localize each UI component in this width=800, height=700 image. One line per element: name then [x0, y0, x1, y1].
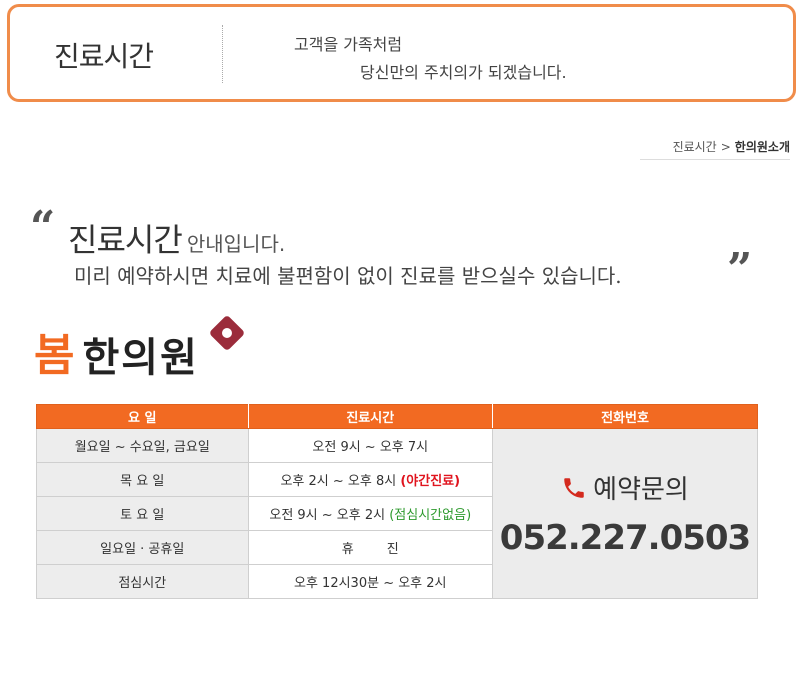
- row-day: 토 요 일: [36, 496, 249, 531]
- row-note: (점심시간없음): [389, 508, 472, 523]
- row-hours: 오후 2시 ~ 오후 8시 (야간진료): [247, 462, 494, 497]
- phone-cell: 예약문의 052.227.0503: [492, 428, 758, 599]
- row-hours-text: 오후 2시 ~ 오후 8시: [280, 474, 397, 489]
- intro-heading: 진료시간 안내입니다.: [68, 215, 285, 261]
- intro-title: 진료시간: [68, 221, 183, 259]
- row-hours-text: 휴 진: [341, 542, 399, 557]
- row-day: 점심시간: [36, 564, 249, 599]
- header-tagline-2: 당신만의 주치의가 되겠습니다.: [360, 63, 567, 82]
- row-hours-text: 오후 12시30분 ~ 오후 2시: [294, 576, 447, 591]
- phone-label-wrap: 예약문의: [561, 469, 689, 506]
- phone-number[interactable]: 052.227.0503: [500, 518, 751, 558]
- row-hours-text: 오전 9시 ~ 오후 2시: [269, 508, 386, 523]
- table-row: 월요일 ~ 수요일, 금요일 오전 9시 ~ 오후 7시 예약문의 052.22…: [36, 428, 758, 599]
- intro-title-suffix: 안내입니다.: [186, 232, 286, 256]
- row-hours-text: 오전 9시 ~ 오후 7시: [312, 440, 429, 455]
- phone-label: 예약문의: [593, 475, 689, 505]
- schedule-table: 요 일 진료시간 전화번호 월요일 ~ 수요일, 금요일 오전 9시 ~ 오후 …: [36, 404, 758, 599]
- logo-bom: 봄: [34, 330, 75, 381]
- breadcrumb-separator-icon: >: [720, 139, 731, 154]
- phone-block: 예약문의 052.227.0503: [493, 469, 757, 558]
- row-day: 월요일 ~ 수요일, 금요일: [36, 428, 249, 463]
- row-note: (야간진료): [400, 474, 461, 489]
- row-hours: 휴 진: [247, 530, 494, 565]
- header-day: 요 일: [36, 404, 249, 429]
- breadcrumb: 진료시간 > 한의원소개: [673, 138, 790, 155]
- table-header-row: 요 일 진료시간 전화번호: [36, 404, 758, 429]
- row-day: 목 요 일: [36, 462, 249, 497]
- close-quote-icon: ”: [727, 244, 753, 295]
- header-phone: 전화번호: [492, 404, 758, 429]
- breadcrumb-parent[interactable]: 진료시간: [673, 138, 717, 155]
- phone-icon: [564, 477, 584, 498]
- open-quote-icon: “: [30, 202, 56, 253]
- row-hours: 오후 12시30분 ~ 오후 2시: [247, 564, 494, 599]
- breadcrumb-current[interactable]: 한의원소개: [735, 138, 790, 155]
- row-hours: 오전 9시 ~ 오후 7시: [247, 428, 494, 463]
- row-hours: 오전 9시 ~ 오후 2시 (점심시간없음): [247, 496, 494, 531]
- header-hours: 진료시간: [247, 404, 494, 429]
- clinic-logo: 봄 한의원: [34, 314, 246, 381]
- logo-name: 한의원: [82, 335, 199, 381]
- header-tagline-1: 고객을 가족처럼: [294, 35, 403, 54]
- header-box: 진료시간 고객을 가족처럼 당신만의 주치의가 되겠습니다.: [7, 4, 796, 102]
- logo-flower-icon: [208, 314, 246, 352]
- page-title: 진료시간: [54, 40, 154, 73]
- row-day: 일요일 · 공휴일: [36, 530, 249, 565]
- header-divider: [222, 25, 223, 83]
- intro-subtitle: 미리 예약하시면 치료에 불편함이 없이 진료를 받으실수 있습니다.: [74, 264, 622, 288]
- breadcrumb-underline: [640, 159, 790, 160]
